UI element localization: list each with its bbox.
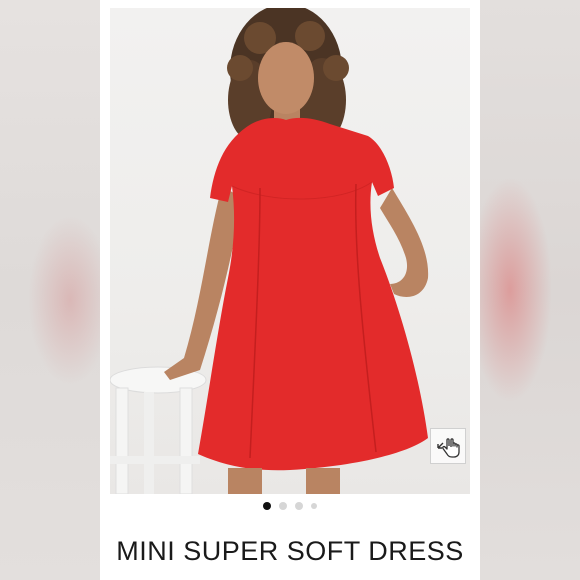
model-illustration: [110, 8, 429, 494]
zoom-button[interactable]: [430, 428, 466, 464]
listing-screen: MINI SUPER SOFT DRESS: [0, 0, 580, 580]
blurred-backdrop-right: [480, 0, 580, 580]
carousel-dot-2[interactable]: [279, 502, 287, 510]
carousel-dot-1[interactable]: [263, 502, 271, 510]
carousel-dots: [100, 502, 480, 510]
carousel-dot-4[interactable]: [311, 503, 317, 509]
blurred-backdrop-left: [0, 0, 100, 580]
red-dress: [198, 117, 428, 471]
product-title: MINI SUPER SOFT DRESS: [116, 536, 464, 566]
stool-graphic: [110, 366, 207, 494]
product-photo[interactable]: [110, 8, 470, 494]
model-face: [258, 42, 314, 114]
zoom-hand-icon: [434, 432, 462, 460]
product-card: MINI SUPER SOFT DRESS: [100, 0, 480, 580]
carousel-dot-3[interactable]: [295, 502, 303, 510]
